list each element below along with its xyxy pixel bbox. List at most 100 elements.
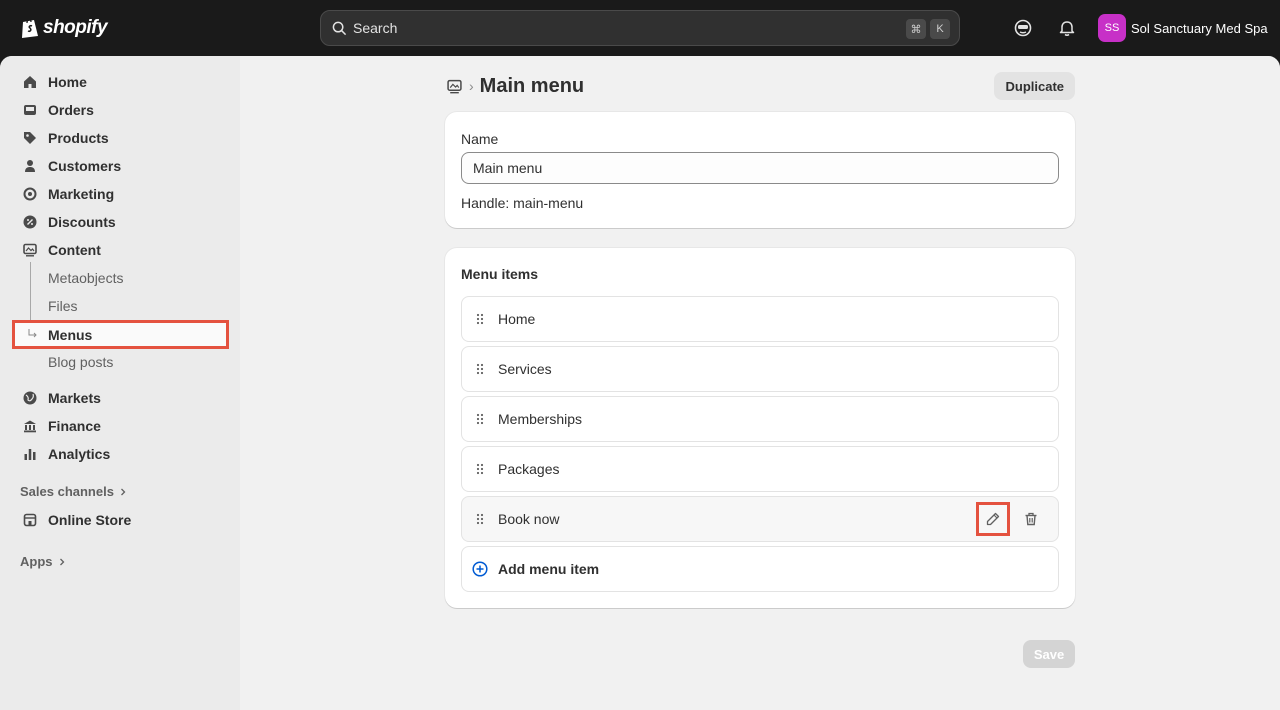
name-card: Name Handle: main-menu <box>445 112 1075 228</box>
search-bar[interactable]: Search ⌘ K <box>320 10 960 46</box>
shortcut-k-key: K <box>930 19 950 39</box>
top-bar: shopify Search ⌘ K SS Sol Sanctuary Med … <box>0 0 1280 56</box>
home-icon <box>22 74 38 90</box>
sidebar-item-label: Online Store <box>48 512 132 528</box>
drag-handle-icon[interactable] <box>462 463 498 475</box>
sidebar-item-label: Markets <box>48 390 101 406</box>
content-icon <box>22 242 38 258</box>
sidebar-item-label: Orders <box>48 102 94 118</box>
shortcut-cmd-key: ⌘ <box>906 19 926 39</box>
sidebar-item-products[interactable]: Products <box>12 124 228 152</box>
handle-text: Handle: main-menu <box>461 195 584 211</box>
tree-arrow-icon <box>28 329 37 338</box>
menu-item-row[interactable]: Services <box>461 346 1059 392</box>
chevron-right-icon <box>59 558 64 565</box>
sales-channels-header[interactable]: Sales channels <box>20 484 128 499</box>
sidebar: Home Orders Products Customers Marketing… <box>0 56 240 710</box>
menu-item-row[interactable]: Book now <box>461 496 1059 542</box>
apps-label: Apps <box>20 554 53 569</box>
chevron-right-icon <box>120 488 126 495</box>
sidebar-item-label: Menus <box>48 326 93 343</box>
content-breadcrumb-icon[interactable] <box>445 77 463 95</box>
row-actions <box>976 502 1048 536</box>
trash-icon <box>1025 512 1037 526</box>
bank-icon <box>22 418 38 434</box>
sidebar-item-customers[interactable]: Customers <box>12 152 228 180</box>
pencil-icon <box>986 512 1000 526</box>
shopify-logo[interactable]: shopify <box>20 14 108 42</box>
sidebar-item-content[interactable]: Content <box>12 236 228 264</box>
main-content: › Main menu Duplicate Name Handle: main-… <box>240 56 1280 710</box>
menu-item-row[interactable]: Home <box>461 296 1059 342</box>
search-icon <box>332 21 347 35</box>
breadcrumb-separator: › <box>469 78 474 94</box>
sidebar-item-label: Marketing <box>48 186 115 202</box>
sidebar-item-analytics[interactable]: Analytics <box>12 440 228 468</box>
sidebar-item-label: Finance <box>48 418 101 434</box>
sidebar-item-label: Blog posts <box>48 354 114 370</box>
menu-item-label: Memberships <box>498 411 583 427</box>
sidebar-item-marketing[interactable]: Marketing <box>12 180 228 208</box>
sidebar-item-orders[interactable]: Orders <box>12 96 228 124</box>
add-menu-item-label: Add menu item <box>498 561 600 577</box>
menu-item-label: Services <box>498 361 552 377</box>
duplicate-button[interactable]: Duplicate <box>994 72 1075 100</box>
sidebar-item-label: Customers <box>48 158 122 174</box>
sidebar-item-label: Content <box>48 242 101 258</box>
apps-header[interactable]: Apps <box>20 554 67 569</box>
menu-item-label: Packages <box>498 461 560 477</box>
add-circle-icon <box>462 561 498 577</box>
sidebar-item-online-store[interactable]: Online Store <box>12 506 228 534</box>
bar-chart-icon <box>22 446 38 462</box>
sidebar-item-label: Files <box>48 298 78 314</box>
drag-handle-icon[interactable] <box>462 413 498 425</box>
edit-button[interactable] <box>976 502 1010 536</box>
page-title: Main menu <box>479 74 585 97</box>
sidebar-item-blog-posts[interactable]: Blog posts <box>12 348 228 376</box>
name-label: Name <box>461 131 499 147</box>
sidebar-item-discounts[interactable]: Discounts <box>12 208 228 236</box>
menu-item-label: Book now <box>498 511 560 527</box>
sidekick-icon[interactable] <box>1012 17 1034 39</box>
menu-items-card: Menu items Home Services Memberships Pac… <box>445 248 1075 608</box>
delete-button[interactable] <box>1014 502 1048 536</box>
tag-icon <box>22 130 38 146</box>
avatar: SS <box>1098 14 1126 42</box>
sidebar-item-label: Analytics <box>48 446 111 462</box>
menu-item-row[interactable]: Memberships <box>461 396 1059 442</box>
sales-channels-label: Sales channels <box>20 484 114 499</box>
admin-frame: Home Orders Products Customers Marketing… <box>0 56 1280 710</box>
menu-item-row[interactable]: Packages <box>461 446 1059 492</box>
sidebar-item-finance[interactable]: Finance <box>12 412 228 440</box>
menu-item-label: Home <box>498 311 536 327</box>
inbox-icon <box>22 102 38 118</box>
drag-handle-icon[interactable] <box>462 513 498 525</box>
target-icon <box>22 186 38 202</box>
sidebar-item-label: Products <box>48 130 109 146</box>
shopify-bag-icon <box>22 18 38 38</box>
page-header: › Main menu Duplicate <box>445 71 1075 101</box>
sidebar-item-files[interactable]: Files <box>12 292 228 320</box>
drag-handle-icon[interactable] <box>462 363 498 375</box>
store-menu[interactable]: SS Sol Sanctuary Med Spa <box>1098 14 1268 42</box>
sidebar-item-menus[interactable]: Menus <box>12 320 229 349</box>
sidebar-item-label: Discounts <box>48 214 116 230</box>
person-icon <box>22 158 38 174</box>
logo-text: shopify <box>43 17 108 38</box>
globe-icon <box>22 390 38 406</box>
name-input[interactable] <box>461 152 1059 184</box>
sidebar-item-home[interactable]: Home <box>12 68 228 96</box>
search-placeholder: Search <box>353 20 398 36</box>
sidebar-item-metaobjects[interactable]: Metaobjects <box>12 264 228 292</box>
store-icon <box>22 512 38 528</box>
sidebar-item-label: Home <box>48 74 87 90</box>
add-menu-item-button[interactable]: Add menu item <box>461 546 1059 592</box>
save-button[interactable]: Save <box>1023 640 1075 668</box>
menu-items-title: Menu items <box>461 266 539 282</box>
discount-icon <box>22 214 38 230</box>
store-name: Sol Sanctuary Med Spa <box>1131 20 1268 36</box>
drag-handle-icon[interactable] <box>462 313 498 325</box>
bell-icon[interactable] <box>1056 17 1078 39</box>
sidebar-item-markets[interactable]: Markets <box>12 384 228 412</box>
sidebar-item-label: Metaobjects <box>48 270 124 286</box>
